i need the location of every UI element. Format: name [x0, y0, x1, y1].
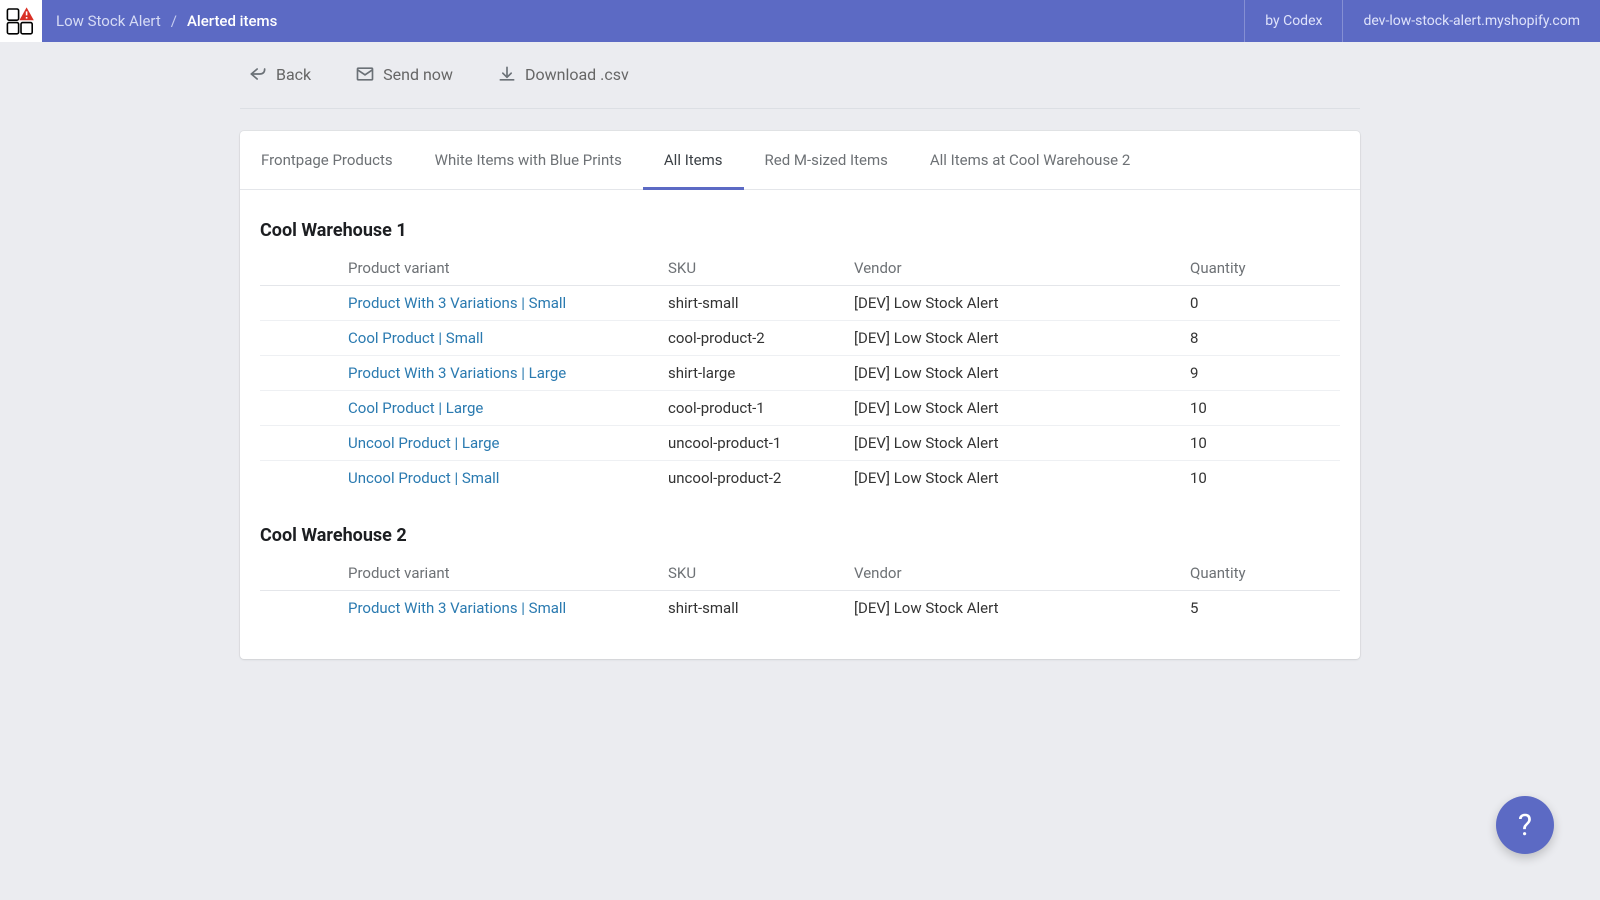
product-variant-link[interactable]: Uncool Product | Small [348, 469, 499, 487]
product-variant-link[interactable]: Cool Product | Large [348, 399, 483, 417]
vendor-cell: [DEV] Low Stock Alert [854, 286, 1190, 321]
inventory-group: Cool Warehouse 2Product variantSKUVendor… [240, 495, 1360, 625]
table-row: Uncool Product | Small uncool-product-2[D… [260, 461, 1340, 496]
vendor-cell: [DEV] Low Stock Alert [854, 591, 1190, 626]
column-header: Quantity [1190, 251, 1340, 286]
tab-all-items[interactable]: All Items [643, 131, 744, 190]
vendor-cell: [DEV] Low Stock Alert [854, 321, 1190, 356]
table-row: Cool Product | Large cool-product-1[DEV] … [260, 391, 1340, 426]
variant-cell: Uncool Product | Large [348, 426, 668, 461]
column-header: Quantity [1190, 556, 1340, 591]
quantity-cell: 9 [1190, 356, 1340, 391]
vendor-cell: [DEV] Low Stock Alert [854, 356, 1190, 391]
download-csv-button[interactable]: Download .csv [497, 64, 629, 84]
send-now-button[interactable]: Send now [355, 64, 453, 84]
column-header: Product variant [348, 556, 668, 591]
column-header: SKU [668, 251, 854, 286]
page: Back Send now Download .csv Frontpage Pr… [240, 42, 1360, 659]
column-header [260, 556, 348, 591]
breadcrumb-separator: / [171, 12, 177, 30]
download-icon [497, 64, 517, 84]
variant-cell: Cool Product | Small [348, 321, 668, 356]
variant-cell: Cool Product | Large [348, 391, 668, 426]
content-card: Frontpage ProductsWhite Items with Blue … [240, 131, 1360, 659]
inventory-table: Product variantSKUVendorQuantityProduct … [260, 556, 1340, 625]
action-bar: Back Send now Download .csv [240, 64, 1360, 109]
variant-cell: Uncool Product | Small [348, 461, 668, 496]
product-variant-link[interactable]: Product With 3 Variations | Small [348, 294, 566, 312]
topbar: Low Stock Alert / Alerted items by Codex… [0, 0, 1600, 42]
product-variant-link[interactable]: Cool Product | Small [348, 329, 483, 347]
product-variant-link[interactable]: Uncool Product | Large [348, 434, 499, 452]
sku-cell: uncool-product-2 [668, 461, 854, 496]
low-stock-alert-icon [5, 5, 37, 37]
table-row: Cool Product | Small cool-product-2[DEV] … [260, 321, 1340, 356]
product-thumb-cell [260, 391, 348, 426]
product-variant-link[interactable]: Product With 3 Variations | Large [348, 364, 566, 382]
product-thumb-cell [260, 591, 348, 626]
quantity-cell: 10 [1190, 461, 1340, 496]
sku-cell: cool-product-2 [668, 321, 854, 356]
product-thumb-cell [260, 356, 348, 391]
inventory-group: Cool Warehouse 1Product variantSKUVendor… [240, 190, 1360, 495]
sku-cell: shirt-small [668, 286, 854, 321]
send-now-label: Send now [383, 65, 453, 84]
back-label: Back [276, 65, 311, 84]
sku-cell: cool-product-1 [668, 391, 854, 426]
column-header: Product variant [348, 251, 668, 286]
breadcrumb-current: Alerted items [187, 12, 277, 30]
download-csv-label: Download .csv [525, 65, 629, 84]
tab-all-items-at-cool-warehouse-2[interactable]: All Items at Cool Warehouse 2 [909, 131, 1151, 190]
sku-cell: uncool-product-1 [668, 426, 854, 461]
sku-cell: shirt-small [668, 591, 854, 626]
column-header: SKU [668, 556, 854, 591]
column-header: Vendor [854, 556, 1190, 591]
tab-white-items-with-blue-prints[interactable]: White Items with Blue Prints [414, 131, 643, 190]
vendor-cell: [DEV] Low Stock Alert [854, 461, 1190, 496]
table-row: Product With 3 Variations | Small shirt-s… [260, 591, 1340, 626]
quantity-cell: 8 [1190, 321, 1340, 356]
by-codex-link[interactable]: by Codex [1244, 0, 1342, 42]
sku-cell: shirt-large [668, 356, 854, 391]
group-title: Cool Warehouse 1 [260, 190, 1340, 251]
quantity-cell: 10 [1190, 426, 1340, 461]
breadcrumb: Low Stock Alert / Alerted items [42, 12, 1244, 30]
table-row: Uncool Product | Large uncool-product-1[D… [260, 426, 1340, 461]
vendor-cell: [DEV] Low Stock Alert [854, 391, 1190, 426]
column-header [260, 251, 348, 286]
quantity-cell: 5 [1190, 591, 1340, 626]
tab-frontpage-products[interactable]: Frontpage Products [240, 131, 414, 190]
inventory-table: Product variantSKUVendorQuantityProduct … [260, 251, 1340, 495]
quantity-cell: 10 [1190, 391, 1340, 426]
help-icon: ? [1518, 808, 1532, 843]
mail-icon [355, 64, 375, 84]
group-title: Cool Warehouse 2 [260, 495, 1340, 556]
shop-domain-link[interactable]: dev-low-stock-alert.myshopify.com [1342, 0, 1600, 42]
product-thumb-cell [260, 426, 348, 461]
app-logo [0, 0, 42, 42]
variant-cell: Product With 3 Variations | Small [348, 591, 668, 626]
help-button[interactable]: ? [1496, 796, 1554, 854]
quantity-cell: 0 [1190, 286, 1340, 321]
variant-cell: Product With 3 Variations | Small [348, 286, 668, 321]
product-thumb-cell [260, 286, 348, 321]
tab-bar: Frontpage ProductsWhite Items with Blue … [240, 131, 1360, 190]
product-variant-link[interactable]: Product With 3 Variations | Small [348, 599, 566, 617]
back-button[interactable]: Back [248, 64, 311, 84]
column-header: Vendor [854, 251, 1190, 286]
topbar-right: by Codex dev-low-stock-alert.myshopify.c… [1244, 0, 1600, 42]
vendor-cell: [DEV] Low Stock Alert [854, 426, 1190, 461]
tab-red-m-sized-items[interactable]: Red M-sized Items [744, 131, 909, 190]
breadcrumb-parent[interactable]: Low Stock Alert [56, 12, 161, 30]
variant-cell: Product With 3 Variations | Large [348, 356, 668, 391]
table-row: Product With 3 Variations | Small shirt-s… [260, 286, 1340, 321]
product-thumb-cell [260, 321, 348, 356]
back-arrow-icon [248, 64, 268, 84]
product-thumb-cell [260, 461, 348, 496]
table-row: Product With 3 Variations | Large shirt-l… [260, 356, 1340, 391]
